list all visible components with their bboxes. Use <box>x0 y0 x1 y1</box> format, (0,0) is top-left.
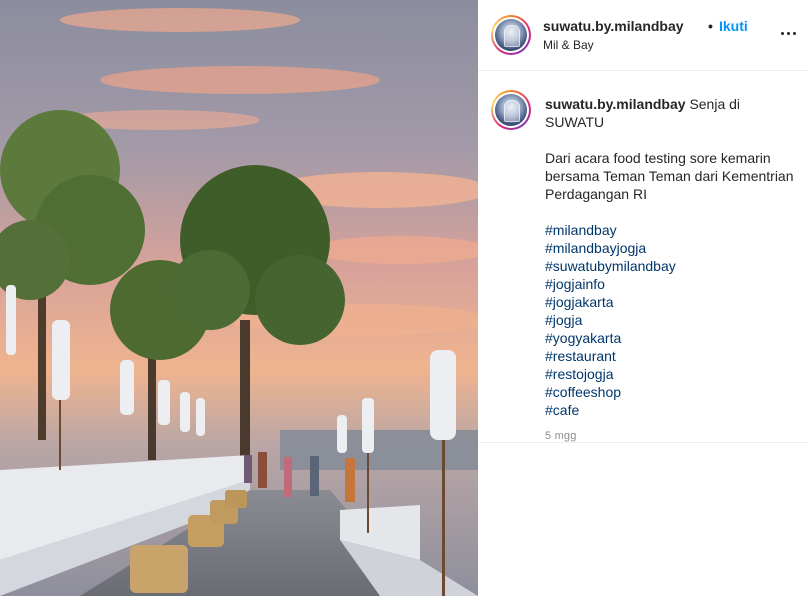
location-link[interactable]: Mil & Bay <box>543 38 594 52</box>
hashtag-list: #milandbay #milandbayjogja #suwatubymila… <box>545 221 795 419</box>
avatar-image <box>495 19 527 51</box>
caption-username-link[interactable]: suwatu.by.milandbay <box>545 96 686 112</box>
post-time-ago[interactable]: 5 mgg <box>545 427 795 442</box>
hashtag-link[interactable]: #restojogja <box>545 365 795 383</box>
post-header: suwatu.by.milandbay • Ikuti Mil & Bay <box>478 0 809 71</box>
hashtag-link[interactable]: #jogjainfo <box>545 275 795 293</box>
post-detail-panel: suwatu.by.milandbay • Ikuti Mil & Bay su… <box>478 0 809 596</box>
post-caption: suwatu.by.milandbay Senja di SUWATU Dari… <box>545 95 795 442</box>
hashtag-link[interactable]: #jogjakarta <box>545 293 795 311</box>
hashtag-link[interactable]: #milandbayjogja <box>545 239 795 257</box>
hashtag-link[interactable]: #coffeeshop <box>545 383 795 401</box>
sunset-terrace-image <box>0 0 478 596</box>
avatar-image <box>495 94 527 126</box>
follow-button[interactable]: Ikuti <box>719 18 748 34</box>
caption-avatar[interactable] <box>491 90 531 130</box>
author-username-link[interactable]: suwatu.by.milandbay <box>543 18 684 34</box>
comments-section[interactable]: suwatu.by.milandbay Senja di SUWATU Dari… <box>478 72 809 442</box>
hashtag-link[interactable]: #suwatubymilandbay <box>545 257 795 275</box>
avatar[interactable] <box>491 15 531 55</box>
hashtag-link[interactable]: #yogyakarta <box>545 329 795 347</box>
post-photo[interactable] <box>0 0 478 596</box>
dot-separator: • <box>708 18 713 34</box>
caption-body: Dari acara food testing sore kemarin ber… <box>545 150 794 202</box>
hashtag-link[interactable]: #jogja <box>545 311 795 329</box>
hashtag-link[interactable]: #cafe <box>545 401 795 419</box>
section-divider <box>478 442 809 443</box>
hashtag-link[interactable]: #milandbay <box>545 221 795 239</box>
hashtag-link[interactable]: #restaurant <box>545 347 795 365</box>
more-horizontal-icon[interactable] <box>781 28 796 39</box>
